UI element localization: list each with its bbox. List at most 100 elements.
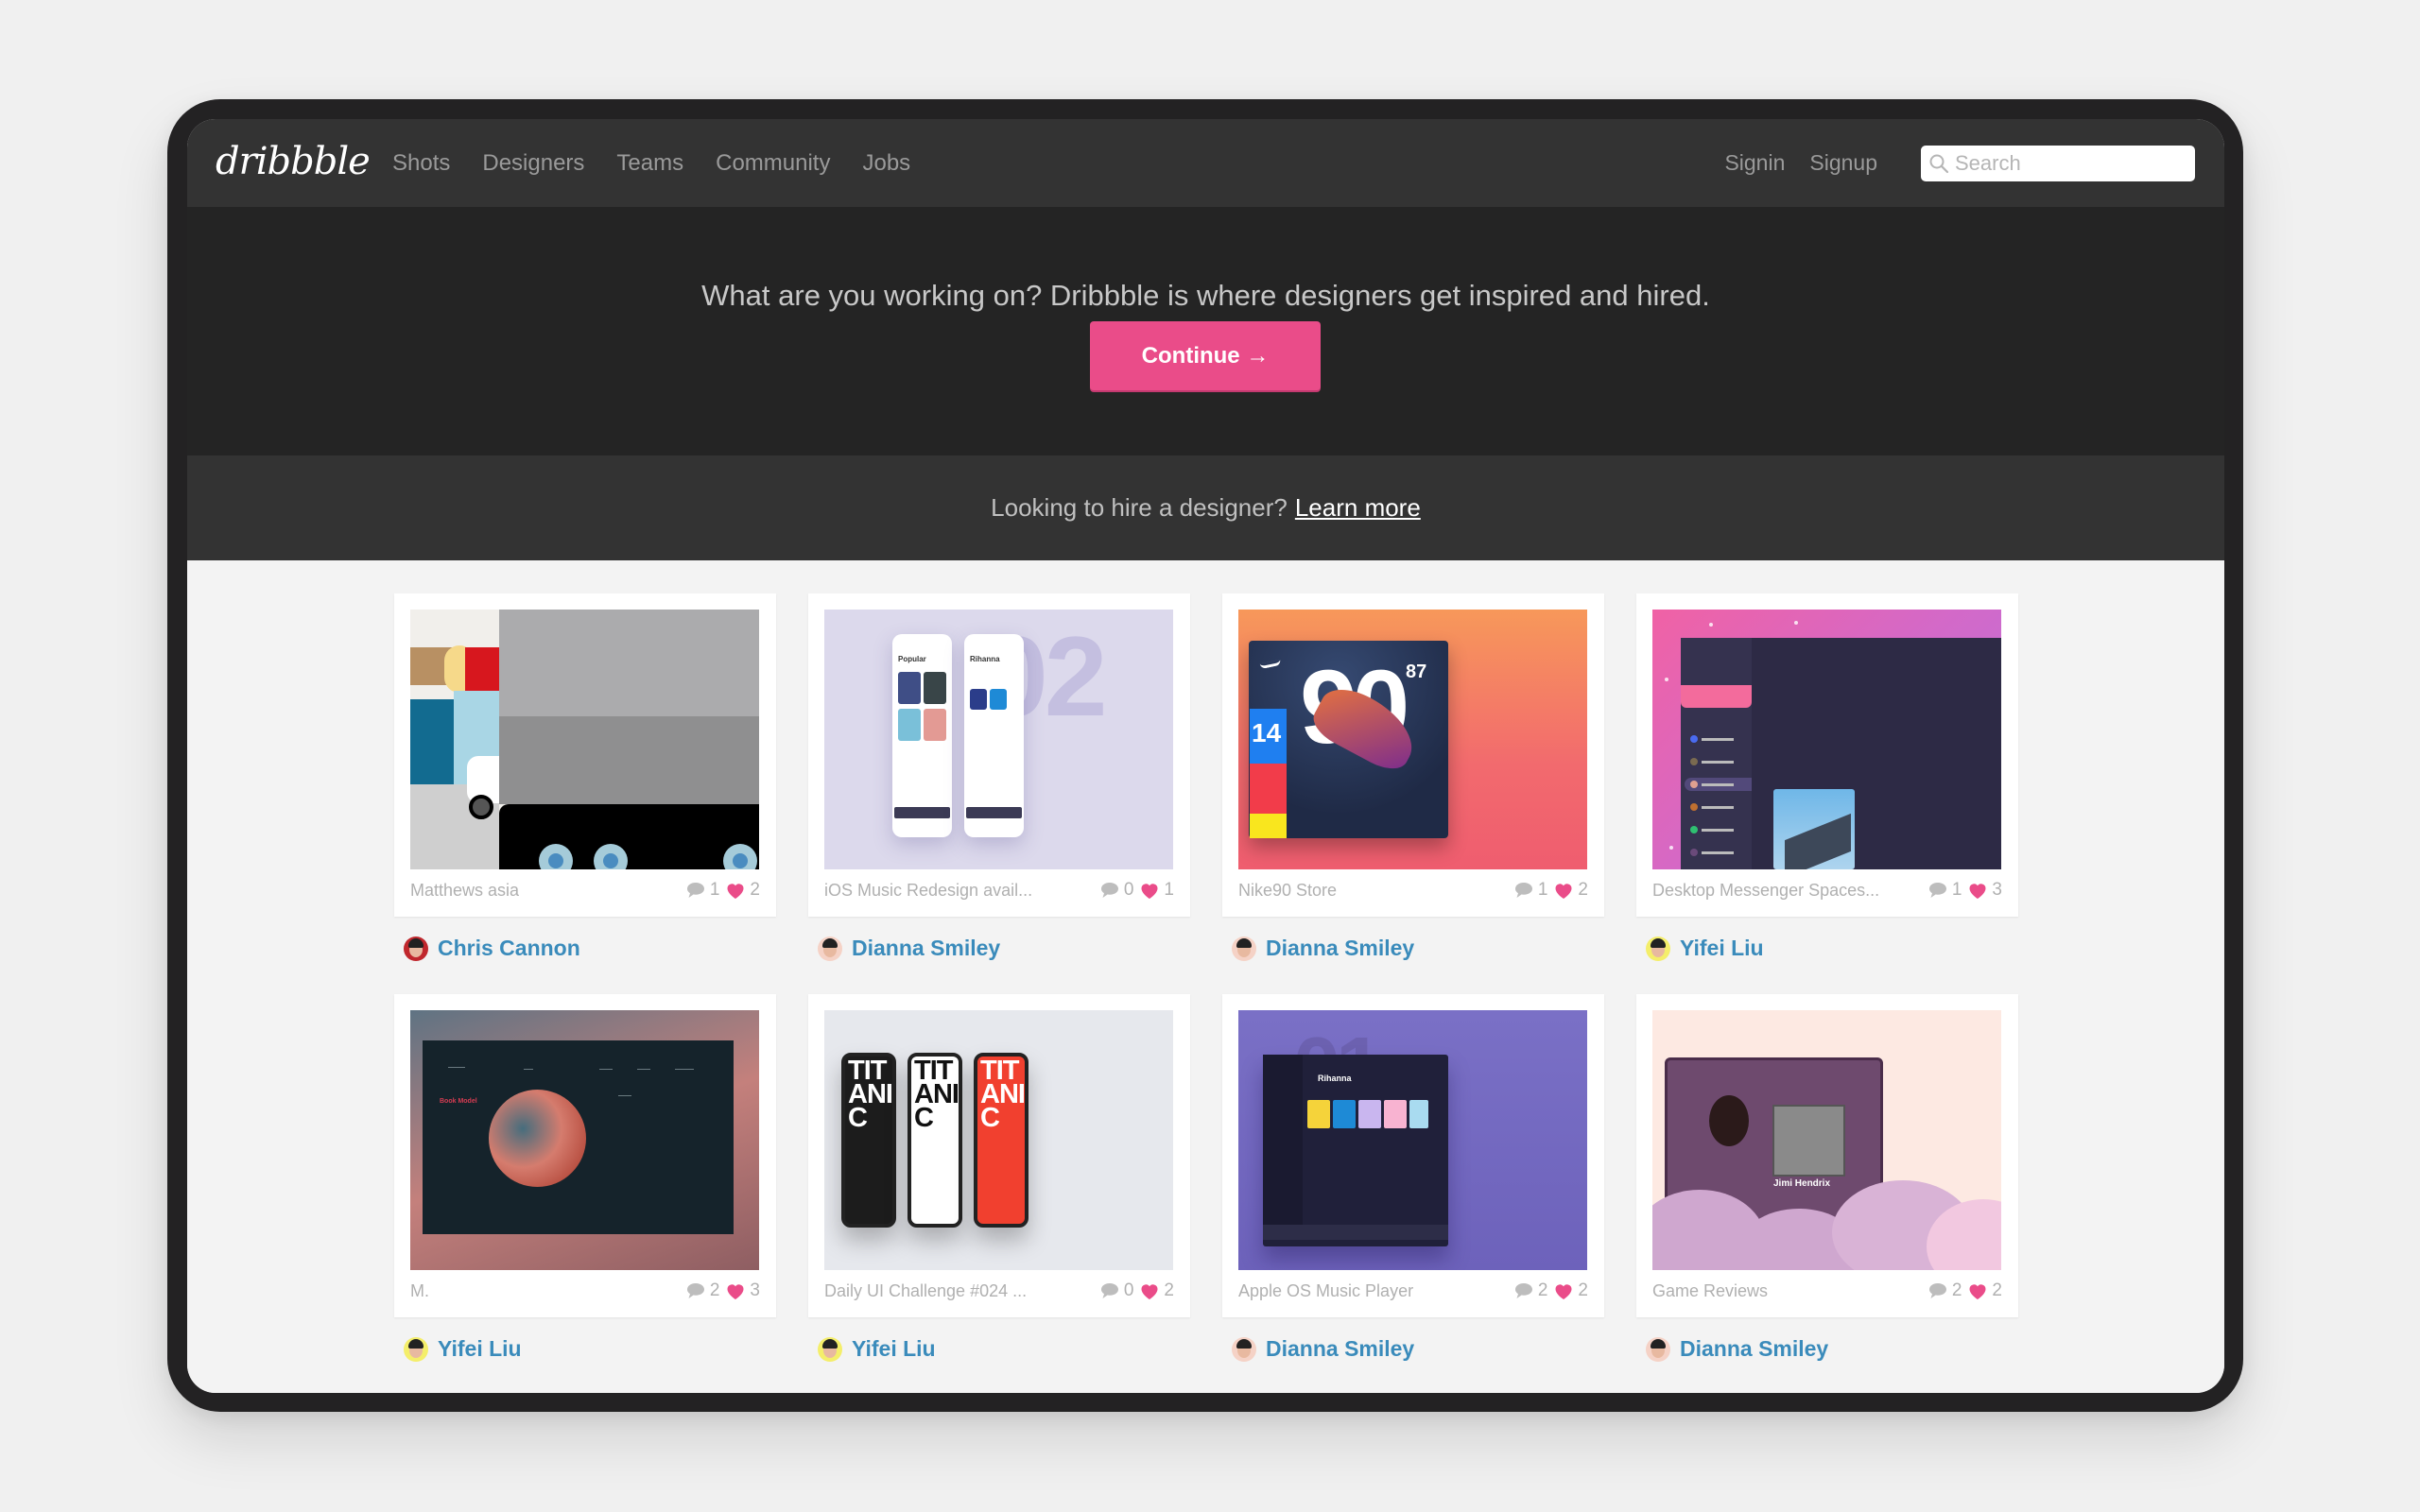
shot-card[interactable]: TIT ANI C TIT ANI C TIT ANI C Daily UI Challen… [808, 994, 1190, 1317]
shot-item: 908714 Nike90 Store 1 2 Dianna Smiley [1222, 593, 1604, 961]
author-avatar[interactable] [1646, 936, 1670, 961]
continue-button[interactable]: Continue → [1090, 321, 1321, 390]
author-avatar[interactable] [818, 1336, 842, 1362]
shot-author[interactable]: Dianna Smiley [818, 936, 1190, 961]
shot-card[interactable]: 01 Rihanna Apple OS Music Player 2 2 [1222, 994, 1604, 1317]
nav-jobs[interactable]: Jobs [862, 150, 910, 177]
shot-caption: M. 2 3 [410, 1278, 760, 1304]
signin-link[interactable]: Signin [1724, 150, 1785, 176]
shot-item: 01 Rihanna Apple OS Music Player 2 2 Dia… [1222, 994, 1604, 1362]
shot-thumbnail[interactable]: 01 Rihanna [1238, 1010, 1587, 1270]
author-name[interactable]: Yifei Liu [852, 1336, 936, 1362]
comment-count: 1 [1951, 880, 1962, 900]
shot-card[interactable]: Jimi Hendrix Game Reviews 2 2 [1636, 994, 2018, 1317]
shot-card[interactable]: Book Model M. 2 3 [394, 994, 776, 1317]
author-avatar[interactable] [404, 936, 428, 961]
shot-item: Jimi Hendrix Game Reviews 2 2 Dianna Smi… [1636, 994, 2018, 1362]
nav-teams[interactable]: Teams [616, 150, 683, 177]
author-avatar[interactable] [818, 936, 842, 961]
shots-grid: Matthews asia 1 2 Chris Cannon 02 Popula… [187, 560, 2224, 1393]
nav-community[interactable]: Community [716, 150, 830, 177]
shot-caption: iOS Music Redesign avail... 0 1 [824, 877, 1174, 903]
author-avatar[interactable] [1232, 1336, 1256, 1362]
heart-icon[interactable] [1967, 1281, 1988, 1300]
learn-more-link[interactable]: Learn more [1295, 493, 1421, 523]
nav-shots[interactable]: Shots [392, 150, 450, 177]
heart-icon[interactable] [1553, 1281, 1574, 1300]
comment-count: 2 [1537, 1280, 1548, 1300]
shot-author[interactable]: Yifei Liu [404, 1336, 776, 1362]
hire-text: Looking to hire a designer? [991, 493, 1288, 522]
search-box[interactable] [1921, 145, 2195, 181]
shot-thumbnail[interactable] [410, 610, 759, 869]
comment-count: 2 [1951, 1280, 1962, 1300]
shot-author[interactable]: Dianna Smiley [1646, 1336, 2018, 1362]
like-count: 3 [1992, 880, 2002, 900]
author-name[interactable]: Chris Cannon [438, 936, 580, 961]
shot-card[interactable]: 02 Popular Rihanna iOS Music Redesign av… [808, 593, 1190, 917]
author-name[interactable]: Dianna Smiley [1266, 936, 1414, 961]
shot-title: Matthews asia [410, 880, 520, 900]
heart-icon[interactable] [725, 1281, 746, 1300]
shot-thumbnail[interactable]: Jimi Hendrix [1652, 1010, 2001, 1270]
shot-title: M. [410, 1280, 429, 1300]
comment-icon [686, 883, 704, 898]
shot-card[interactable]: Desktop Messenger Spaces... 1 3 [1636, 593, 2018, 917]
shot-title: Apple OS Music Player [1238, 1280, 1414, 1300]
shot-stats: 1 2 [1513, 880, 1588, 901]
author-name[interactable]: Yifei Liu [438, 1336, 522, 1362]
shot-author[interactable]: Yifei Liu [818, 1336, 1190, 1362]
shot-card[interactable]: Matthews asia 1 2 [394, 593, 776, 917]
comment-count: 0 [1123, 1280, 1134, 1300]
heart-icon[interactable] [1139, 1281, 1160, 1300]
shot-author[interactable]: Yifei Liu [1646, 936, 2018, 961]
author-avatar[interactable] [1646, 1336, 1670, 1362]
like-count: 3 [750, 1280, 760, 1300]
heart-icon[interactable] [1967, 881, 1988, 900]
hero-section: What are you working on? Dribbble is whe… [187, 207, 2224, 455]
shot-thumbnail[interactable] [1652, 610, 2001, 869]
shot-thumbnail[interactable]: 908714 [1238, 610, 1587, 869]
comment-count: 2 [709, 1280, 720, 1300]
shot-caption: Daily UI Challenge #024 ... 0 2 [824, 1278, 1174, 1304]
shot-thumbnail[interactable]: Book Model [410, 1010, 759, 1270]
comment-icon [1928, 883, 1946, 898]
author-name[interactable]: Dianna Smiley [852, 936, 1000, 961]
shot-thumbnail[interactable]: TIT ANI C TIT ANI C TIT ANI C [824, 1010, 1173, 1270]
shot-item: TIT ANI C TIT ANI C TIT ANI C Daily UI Challen… [808, 994, 1190, 1362]
shot-item: Book Model M. 2 3 Yifei Liu [394, 994, 776, 1362]
comment-count: 0 [1123, 880, 1134, 900]
shot-thumbnail[interactable]: 02 Popular Rihanna [824, 610, 1173, 869]
shot-author[interactable]: Dianna Smiley [1232, 936, 1604, 961]
dribbble-logo[interactable]: dribbble [216, 140, 371, 183]
nav-designers[interactable]: Designers [482, 150, 584, 177]
shot-card[interactable]: 908714 Nike90 Store 1 2 [1222, 593, 1604, 917]
comment-icon [1928, 1283, 1946, 1298]
shot-stats: 0 1 [1099, 880, 1174, 901]
author-avatar[interactable] [1232, 936, 1256, 961]
comment-icon [1514, 883, 1532, 898]
shot-stats: 1 3 [1927, 880, 2002, 901]
hero-headline: What are you working on? Dribbble is whe… [701, 279, 1710, 312]
author-name[interactable]: Dianna Smiley [1680, 1336, 1828, 1362]
shot-stats: 2 2 [1927, 1280, 2002, 1301]
search-input[interactable] [1955, 150, 2182, 176]
author-avatar[interactable] [404, 1336, 428, 1362]
shot-stats: 1 2 [685, 880, 760, 901]
shot-author[interactable]: Chris Cannon [404, 936, 776, 961]
author-name[interactable]: Yifei Liu [1680, 936, 1764, 961]
heart-icon[interactable] [1139, 881, 1160, 900]
shot-caption: Nike90 Store 1 2 [1238, 877, 1588, 903]
heart-icon[interactable] [725, 881, 746, 900]
signup-link[interactable]: Signup [1809, 150, 1877, 176]
primary-nav: Shots Designers Teams Community Jobs [392, 119, 942, 207]
comment-icon [686, 1283, 704, 1298]
shot-stats: 2 2 [1513, 1280, 1588, 1301]
author-name[interactable]: Dianna Smiley [1266, 1336, 1414, 1362]
shot-author[interactable]: Dianna Smiley [1232, 1336, 1604, 1362]
shot-title: iOS Music Redesign avail... [824, 880, 1033, 900]
comment-count: 1 [1537, 880, 1548, 900]
like-count: 2 [1578, 1280, 1588, 1300]
shot-caption: Game Reviews 2 2 [1652, 1278, 2002, 1304]
heart-icon[interactable] [1553, 881, 1574, 900]
